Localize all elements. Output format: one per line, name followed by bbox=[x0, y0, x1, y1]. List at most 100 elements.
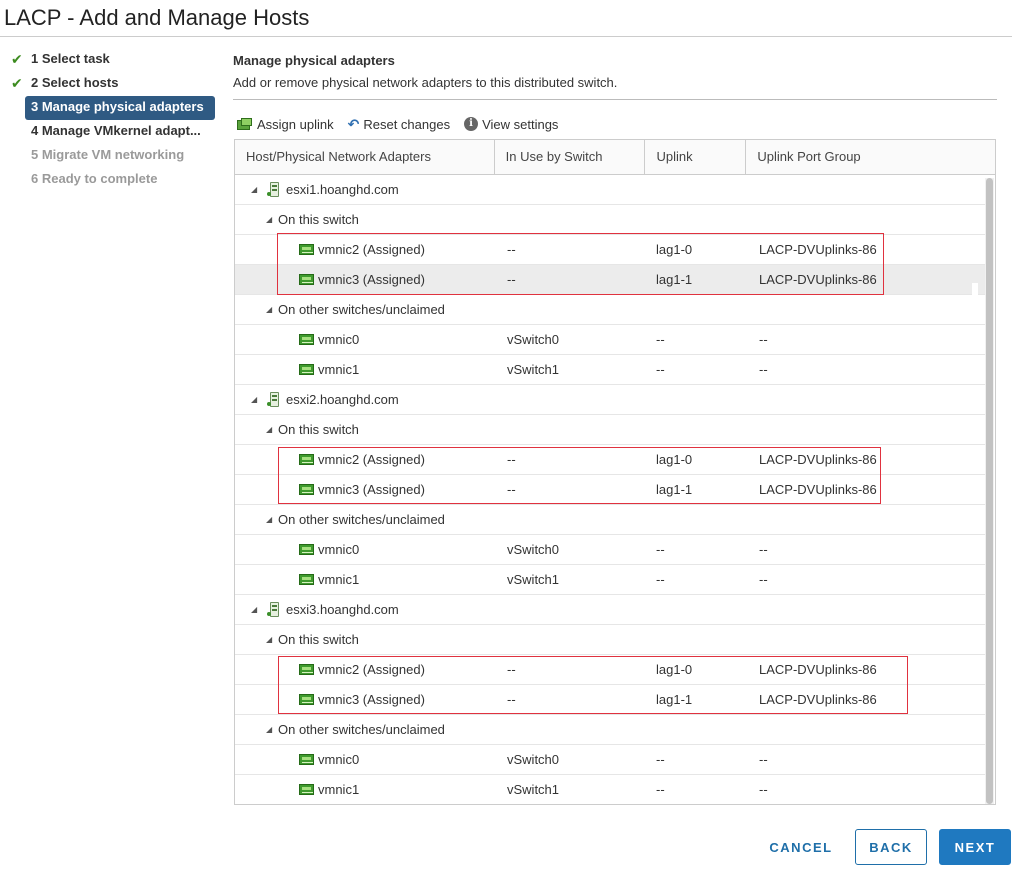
adapter-group-row[interactable]: ◢ On other switches/unclaimed bbox=[235, 505, 985, 535]
adapter-row[interactable]: vmnic1 vSwitch1 -- -- bbox=[235, 565, 985, 595]
in-use-by-switch-cell bbox=[495, 295, 646, 324]
triangle-down-icon[interactable]: ◢ bbox=[266, 415, 272, 444]
host-name: esxi2.hoanghd.com bbox=[286, 392, 399, 407]
host-row[interactable]: ◢ esxi3.hoanghd.com bbox=[235, 595, 985, 625]
triangle-down-icon[interactable]: ◢ bbox=[266, 505, 272, 534]
triangle-down-icon[interactable]: ◢ bbox=[266, 295, 272, 324]
triangle-down-icon[interactable]: ◢ bbox=[251, 175, 257, 204]
in-use-by-switch-cell: -- bbox=[507, 452, 516, 467]
adapter-name: vmnic0 bbox=[318, 332, 360, 347]
uplink-port-group-cell bbox=[747, 505, 985, 534]
adapter-row[interactable]: vmnic0 vSwitch0 -- -- bbox=[235, 325, 985, 355]
uplink-cell bbox=[646, 715, 747, 744]
triangle-down-icon[interactable]: ◢ bbox=[251, 385, 257, 414]
uplink-port-group-cell bbox=[747, 715, 985, 744]
uplink-port-group-cell: -- bbox=[759, 572, 768, 587]
host-row[interactable]: ◢ esxi2.hoanghd.com bbox=[235, 385, 985, 415]
vertical-scrollbar[interactable] bbox=[985, 178, 994, 804]
reset-changes-label: Reset changes bbox=[363, 116, 451, 132]
in-use-by-switch-cell: vSwitch1 bbox=[507, 362, 560, 377]
uplink-port-group-cell bbox=[747, 415, 985, 444]
column-header-uplink-port-group[interactable]: Uplink Port Group bbox=[746, 140, 995, 174]
adapters-table: Host/Physical Network Adapters In Use by… bbox=[234, 139, 996, 805]
triangle-down-icon[interactable]: ◢ bbox=[266, 205, 272, 234]
adapter-group-row[interactable]: ◢ On other switches/unclaimed bbox=[235, 295, 985, 325]
step-select-hosts[interactable]: ✔ 2 Select hosts bbox=[9, 72, 215, 96]
window-title: LACP - Add and Manage Hosts bbox=[4, 5, 310, 30]
adapter-name: vmnic3 (Assigned) bbox=[318, 482, 425, 497]
adapter-row[interactable]: vmnic1 vSwitch1 -- -- bbox=[235, 355, 985, 385]
in-use-by-switch-cell: vSwitch0 bbox=[507, 752, 560, 767]
adapter-row[interactable]: vmnic2 (Assigned) -- lag1-0 LACP-DVUplinks-… bbox=[235, 235, 985, 265]
uplink-cell: -- bbox=[656, 782, 665, 797]
assign-uplink-button[interactable]: Assign uplink bbox=[237, 117, 334, 132]
cancel-button[interactable]: CANCEL bbox=[761, 829, 841, 865]
in-use-by-switch-cell bbox=[495, 175, 646, 204]
network-adapter-icon bbox=[299, 274, 314, 285]
adapter-name: vmnic0 bbox=[318, 752, 360, 767]
in-use-by-switch-cell bbox=[495, 715, 646, 744]
adapter-row[interactable]: vmnic3 (Assigned) -- lag1-1 LACP-DVUplinks-… bbox=[235, 475, 985, 505]
back-button[interactable]: BACK bbox=[855, 829, 927, 865]
adapter-row[interactable]: vmnic3 (Assigned) -- lag1-1 LACP-DVUplinks-… bbox=[235, 685, 985, 715]
uplink-cell: -- bbox=[656, 572, 665, 587]
uplink-cell: lag1-1 bbox=[656, 482, 693, 497]
step-label: 1 Select task bbox=[31, 51, 110, 66]
adapter-group-row[interactable]: ◢ On this switch bbox=[235, 625, 985, 655]
triangle-down-icon[interactable]: ◢ bbox=[251, 595, 257, 624]
uplink-cell: lag1-0 bbox=[656, 662, 693, 677]
triangle-down-icon[interactable]: ◢ bbox=[266, 715, 272, 744]
triangle-down-icon[interactable]: ◢ bbox=[266, 625, 272, 654]
scrollbar-thumb[interactable] bbox=[986, 178, 993, 804]
network-adapter-icon bbox=[299, 754, 314, 765]
adapter-group-row[interactable]: ◢ On this switch bbox=[235, 205, 985, 235]
adapter-row[interactable]: vmnic2 (Assigned) -- lag1-0 LACP-DVUplinks-… bbox=[235, 655, 985, 685]
table-body: ◢ esxi1.hoanghd.com ◢ On this switch vmnic2 … bbox=[235, 175, 985, 804]
adapter-row[interactable]: vmnic2 (Assigned) -- lag1-0 LACP-DVUplinks-… bbox=[235, 445, 985, 475]
network-adapter-icon bbox=[299, 694, 314, 705]
group-name: On this switch bbox=[278, 422, 359, 437]
group-name: On this switch bbox=[278, 632, 359, 647]
column-header-uplink[interactable]: Uplink bbox=[645, 140, 747, 174]
in-use-by-switch-cell: vSwitch1 bbox=[507, 782, 560, 797]
adapter-name: vmnic3 (Assigned) bbox=[318, 692, 425, 707]
uplink-cell bbox=[646, 505, 747, 534]
adapter-name: vmnic1 bbox=[318, 782, 360, 797]
column-header-adapters[interactable]: Host/Physical Network Adapters bbox=[235, 140, 495, 174]
step-manage-vmkernel-adapters[interactable]: 4 Manage VMkernel adapt... bbox=[9, 120, 215, 144]
uplink-port-group-cell bbox=[747, 205, 985, 234]
host-row[interactable]: ◢ esxi1.hoanghd.com bbox=[235, 175, 985, 205]
adapter-row[interactable]: vmnic3 (Assigned) -- lag1-1 LACP-DVUplinks-… bbox=[235, 265, 985, 295]
network-adapter-icon bbox=[299, 574, 314, 585]
table-header: Host/Physical Network Adapters In Use by… bbox=[235, 140, 995, 175]
network-adapter-icon bbox=[299, 784, 314, 795]
uplink-port-group-cell: -- bbox=[759, 332, 768, 347]
in-use-by-switch-cell: -- bbox=[507, 662, 516, 677]
uplink-port-group-cell: -- bbox=[759, 542, 768, 557]
uplink-port-group-cell: LACP-DVUplinks-86 bbox=[759, 692, 877, 707]
adapter-row[interactable]: vmnic0 vSwitch0 -- -- bbox=[235, 535, 985, 565]
uplink-port-group-cell bbox=[747, 625, 985, 654]
step-select-task[interactable]: ✔ 1 Select task bbox=[9, 48, 215, 72]
adapter-row[interactable]: vmnic1 vSwitch1 -- -- bbox=[235, 775, 985, 804]
view-settings-button[interactable]: i View settings bbox=[464, 117, 558, 132]
adapter-name: vmnic3 (Assigned) bbox=[318, 272, 425, 287]
step-migrate-vm-networking: 5 Migrate VM networking bbox=[9, 144, 215, 168]
adapter-group-row[interactable]: ◢ On this switch bbox=[235, 415, 985, 445]
step-manage-physical-adapters[interactable]: 3 Manage physical adapters bbox=[25, 96, 215, 120]
uplink-cell bbox=[646, 205, 747, 234]
network-adapter-icon bbox=[299, 484, 314, 495]
adapter-name: vmnic2 (Assigned) bbox=[318, 242, 425, 257]
network-adapter-icon bbox=[299, 664, 314, 675]
uplink-cell: -- bbox=[656, 362, 665, 377]
adapter-row[interactable]: vmnic0 vSwitch0 -- -- bbox=[235, 745, 985, 775]
adapter-name: vmnic1 bbox=[318, 362, 360, 377]
adapter-group-row[interactable]: ◢ On other switches/unclaimed bbox=[235, 715, 985, 745]
uplink-cell: lag1-1 bbox=[656, 272, 693, 287]
uplink-cell bbox=[646, 625, 747, 654]
column-header-in-use-by-switch[interactable]: In Use by Switch bbox=[495, 140, 646, 174]
uplink-port-group-cell: LACP-DVUplinks-86 bbox=[759, 242, 877, 257]
reset-changes-button[interactable]: ↶ Reset changes bbox=[348, 117, 450, 132]
next-button[interactable]: NEXT bbox=[939, 829, 1011, 865]
group-name: On other switches/unclaimed bbox=[278, 302, 445, 317]
